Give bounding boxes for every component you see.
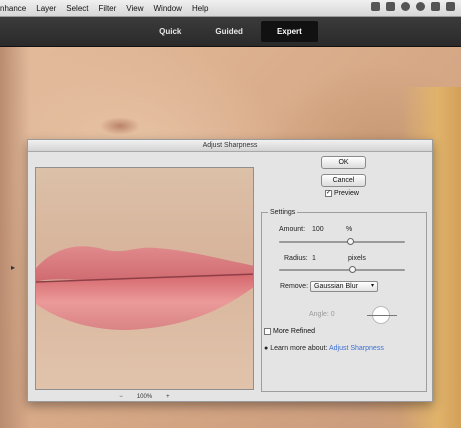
menu-select[interactable]: Select: [66, 4, 88, 13]
more-refined-box[interactable]: [264, 328, 271, 335]
menu-help[interactable]: Help: [192, 4, 208, 13]
zoom-in-button[interactable]: +: [166, 394, 170, 400]
tab-guided[interactable]: Guided: [199, 21, 259, 42]
radius-unit: pixels: [348, 255, 366, 262]
preview-label: Preview: [334, 190, 359, 197]
cursor-icon: ▸: [11, 263, 16, 272]
settings-legend: Settings: [270, 209, 296, 216]
camera-icon[interactable]: [371, 2, 380, 11]
dropbox-icon[interactable]: [386, 2, 395, 11]
menu-window[interactable]: Window: [153, 4, 181, 13]
chevron-down-icon: ▾: [370, 283, 374, 289]
radius-slider[interactable]: [279, 266, 405, 273]
lips-image: [36, 246, 253, 330]
mode-bar: Quick Guided Expert: [0, 17, 461, 47]
menu-filter[interactable]: Filter: [99, 4, 117, 13]
remove-label: Remove:: [280, 283, 309, 290]
menu-enhance[interactable]: nhance: [0, 4, 26, 13]
preview-checkbox[interactable]: ✓ Preview: [325, 190, 359, 197]
menu-status-icons: [371, 2, 455, 11]
preview-check-icon[interactable]: ✓: [325, 190, 332, 197]
tab-quick[interactable]: Quick: [143, 21, 197, 42]
help-icon: ●: [264, 345, 269, 352]
dialog-title[interactable]: Adjust Sharpness: [28, 140, 432, 152]
radius-field[interactable]: 1: [312, 255, 316, 262]
menu-view[interactable]: View: [126, 4, 143, 13]
sync-icon[interactable]: [401, 2, 410, 11]
zoom-level: 100%: [136, 393, 153, 400]
adjust-sharpness-dialog: Adjust Sharpness − 100% + OK Cancel ✓ Pr…: [27, 139, 433, 402]
angle-dial[interactable]: [367, 306, 397, 324]
angle-label: Angle: 0: [309, 311, 335, 318]
preview-image[interactable]: [35, 167, 254, 390]
radius-slider-knob[interactable]: [348, 266, 356, 273]
remove-select-value: Gaussian Blur: [314, 283, 358, 290]
cancel-button[interactable]: Cancel: [321, 174, 366, 187]
amount-unit: %: [346, 226, 353, 233]
learn-more-link[interactable]: Adjust Sharpness: [329, 345, 384, 352]
more-refined-checkbox[interactable]: More Refined: [264, 328, 315, 335]
amount-slider[interactable]: [279, 238, 405, 245]
settings-group: Settings: [261, 209, 427, 392]
amount-field[interactable]: 100: [312, 226, 324, 233]
learn-more: ● Learn more about: Adjust Sharpness: [264, 345, 384, 352]
amount-label: Amount:: [279, 226, 306, 233]
radius-label: Radius:: [284, 255, 308, 262]
remove-select[interactable]: Gaussian Blur ▾: [310, 281, 378, 292]
menu-items: nhance Layer Select Filter View Window H…: [0, 4, 208, 13]
battery-icon[interactable]: [446, 2, 455, 11]
menu-layer[interactable]: Layer: [36, 4, 56, 13]
ok-button[interactable]: OK: [321, 156, 366, 169]
zoom-controls: − 100% +: [35, 391, 254, 402]
more-refined-label: More Refined: [273, 328, 316, 335]
photo-shadow: [0, 47, 30, 428]
learn-more-label: Learn more about:: [270, 345, 328, 352]
zoom-out-button[interactable]: −: [119, 394, 123, 400]
tab-expert[interactable]: Expert: [260, 21, 318, 42]
menu-bar: nhance Layer Select Filter View Window H…: [0, 0, 461, 17]
volume-icon[interactable]: [431, 2, 440, 11]
photo-nose-shadow: [100, 117, 140, 135]
wifi-icon[interactable]: [416, 2, 425, 11]
